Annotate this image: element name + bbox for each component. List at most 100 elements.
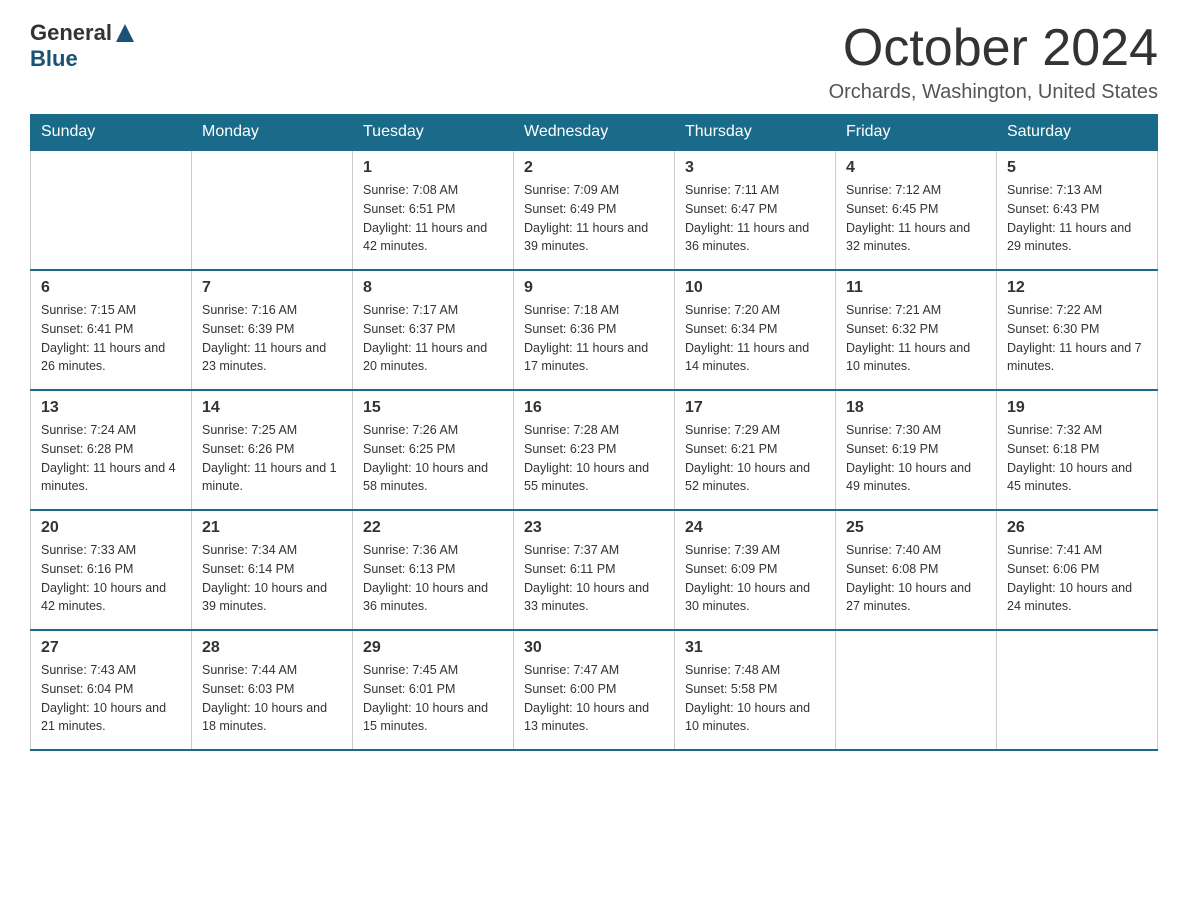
day-info: Sunrise: 7:12 AM Sunset: 6:45 PM Dayligh… <box>846 181 986 256</box>
day-number: 25 <box>846 519 986 537</box>
day-number: 6 <box>41 279 181 297</box>
day-number: 16 <box>524 399 664 417</box>
day-info: Sunrise: 7:09 AM Sunset: 6:49 PM Dayligh… <box>524 181 664 256</box>
calendar-cell: 9 Sunrise: 7:18 AM Sunset: 6:36 PM Daylig… <box>514 270 675 390</box>
day-info: Sunrise: 7:21 AM Sunset: 6:32 PM Dayligh… <box>846 301 986 376</box>
title-block: October 2024 Orchards, Washington, Unite… <box>829 20 1158 104</box>
day-number: 22 <box>363 519 503 537</box>
day-number: 2 <box>524 159 664 177</box>
day-info: Sunrise: 7:26 AM Sunset: 6:25 PM Dayligh… <box>363 421 503 496</box>
calendar-cell: 14Sunrise: 7:25 AM Sunset: 6:26 PM Dayli… <box>192 390 353 510</box>
day-info: Sunrise: 7:39 AM Sunset: 6:09 PM Dayligh… <box>685 541 825 616</box>
logo-general-text: General <box>30 20 112 46</box>
day-info: Sunrise: 7:48 AM Sunset: 5:58 PM Dayligh… <box>685 661 825 736</box>
calendar-cell: 13Sunrise: 7:24 AM Sunset: 6:28 PM Dayli… <box>31 390 192 510</box>
calendar-cell: 7 Sunrise: 7:16 AM Sunset: 6:39 PM Daylig… <box>192 270 353 390</box>
calendar-week-5: 27Sunrise: 7:43 AM Sunset: 6:04 PM Dayli… <box>31 630 1158 750</box>
day-info: Sunrise: 7:45 AM Sunset: 6:01 PM Dayligh… <box>363 661 503 736</box>
calendar-week-4: 20Sunrise: 7:33 AM Sunset: 6:16 PM Dayli… <box>31 510 1158 630</box>
day-number: 14 <box>202 399 342 417</box>
day-info: Sunrise: 7:28 AM Sunset: 6:23 PM Dayligh… <box>524 421 664 496</box>
header-saturday: Saturday <box>997 115 1158 151</box>
calendar-cell: 5 Sunrise: 7:13 AM Sunset: 6:43 PM Daylig… <box>997 150 1158 270</box>
calendar-cell: 8Sunrise: 7:17 AM Sunset: 6:37 PM Daylig… <box>353 270 514 390</box>
calendar-cell: 3 Sunrise: 7:11 AM Sunset: 6:47 PM Daylig… <box>675 150 836 270</box>
day-number: 29 <box>363 639 503 657</box>
day-info: Sunrise: 7:16 AM Sunset: 6:39 PM Dayligh… <box>202 301 342 376</box>
day-info: Sunrise: 7:17 AM Sunset: 6:37 PM Dayligh… <box>363 301 503 376</box>
day-info: Sunrise: 7:37 AM Sunset: 6:11 PM Dayligh… <box>524 541 664 616</box>
calendar-cell: 15 Sunrise: 7:26 AM Sunset: 6:25 PM Dayli… <box>353 390 514 510</box>
day-info: Sunrise: 7:24 AM Sunset: 6:28 PM Dayligh… <box>41 421 181 496</box>
calendar-week-3: 13Sunrise: 7:24 AM Sunset: 6:28 PM Dayli… <box>31 390 1158 510</box>
calendar-cell <box>836 630 997 750</box>
header-wednesday: Wednesday <box>514 115 675 151</box>
day-info: Sunrise: 7:30 AM Sunset: 6:19 PM Dayligh… <box>846 421 986 496</box>
day-number: 19 <box>1007 399 1147 417</box>
day-number: 26 <box>1007 519 1147 537</box>
calendar-cell: 2 Sunrise: 7:09 AM Sunset: 6:49 PM Daylig… <box>514 150 675 270</box>
day-info: Sunrise: 7:08 AM Sunset: 6:51 PM Dayligh… <box>363 181 503 256</box>
calendar-cell: 30 Sunrise: 7:47 AM Sunset: 6:00 PM Dayli… <box>514 630 675 750</box>
page-header: General Blue October 2024 Orchards, Wash… <box>30 20 1158 104</box>
day-number: 27 <box>41 639 181 657</box>
calendar-cell: 25 Sunrise: 7:40 AM Sunset: 6:08 PM Dayli… <box>836 510 997 630</box>
day-info: Sunrise: 7:44 AM Sunset: 6:03 PM Dayligh… <box>202 661 342 736</box>
calendar-cell: 26Sunrise: 7:41 AM Sunset: 6:06 PM Dayli… <box>997 510 1158 630</box>
day-number: 15 <box>363 399 503 417</box>
day-number: 1 <box>363 159 503 177</box>
logo-blue-text: Blue <box>30 46 78 72</box>
header-row: SundayMondayTuesdayWednesdayThursdayFrid… <box>31 115 1158 151</box>
calendar-cell: 11Sunrise: 7:21 AM Sunset: 6:32 PM Dayli… <box>836 270 997 390</box>
calendar-cell: 1 Sunrise: 7:08 AM Sunset: 6:51 PM Daylig… <box>353 150 514 270</box>
calendar-cell: 20Sunrise: 7:33 AM Sunset: 6:16 PM Dayli… <box>31 510 192 630</box>
day-number: 9 <box>524 279 664 297</box>
calendar-week-1: 1 Sunrise: 7:08 AM Sunset: 6:51 PM Daylig… <box>31 150 1158 270</box>
calendar-cell: 29 Sunrise: 7:45 AM Sunset: 6:01 PM Dayli… <box>353 630 514 750</box>
header-tuesday: Tuesday <box>353 115 514 151</box>
calendar-table: SundayMondayTuesdayWednesdayThursdayFrid… <box>30 114 1158 751</box>
calendar-cell: 31 Sunrise: 7:48 AM Sunset: 5:58 PM Dayli… <box>675 630 836 750</box>
calendar-cell: 6 Sunrise: 7:15 AM Sunset: 6:41 PM Daylig… <box>31 270 192 390</box>
calendar-cell: 22 Sunrise: 7:36 AM Sunset: 6:13 PM Dayli… <box>353 510 514 630</box>
day-number: 5 <box>1007 159 1147 177</box>
day-number: 23 <box>524 519 664 537</box>
calendar-body: 1 Sunrise: 7:08 AM Sunset: 6:51 PM Daylig… <box>31 150 1158 750</box>
calendar-cell: 28 Sunrise: 7:44 AM Sunset: 6:03 PM Dayli… <box>192 630 353 750</box>
day-number: 10 <box>685 279 825 297</box>
day-info: Sunrise: 7:40 AM Sunset: 6:08 PM Dayligh… <box>846 541 986 616</box>
calendar-cell: 27Sunrise: 7:43 AM Sunset: 6:04 PM Dayli… <box>31 630 192 750</box>
day-info: Sunrise: 7:47 AM Sunset: 6:00 PM Dayligh… <box>524 661 664 736</box>
calendar-cell: 17Sunrise: 7:29 AM Sunset: 6:21 PM Dayli… <box>675 390 836 510</box>
calendar-cell <box>997 630 1158 750</box>
header-friday: Friday <box>836 115 997 151</box>
day-number: 21 <box>202 519 342 537</box>
day-number: 31 <box>685 639 825 657</box>
calendar-cell: 10 Sunrise: 7:20 AM Sunset: 6:34 PM Dayli… <box>675 270 836 390</box>
calendar-cell: 24 Sunrise: 7:39 AM Sunset: 6:09 PM Dayli… <box>675 510 836 630</box>
day-info: Sunrise: 7:20 AM Sunset: 6:34 PM Dayligh… <box>685 301 825 376</box>
day-info: Sunrise: 7:36 AM Sunset: 6:13 PM Dayligh… <box>363 541 503 616</box>
day-number: 24 <box>685 519 825 537</box>
day-number: 4 <box>846 159 986 177</box>
day-info: Sunrise: 7:34 AM Sunset: 6:14 PM Dayligh… <box>202 541 342 616</box>
day-info: Sunrise: 7:32 AM Sunset: 6:18 PM Dayligh… <box>1007 421 1147 496</box>
header-thursday: Thursday <box>675 115 836 151</box>
calendar-cell: 4 Sunrise: 7:12 AM Sunset: 6:45 PM Daylig… <box>836 150 997 270</box>
day-number: 3 <box>685 159 825 177</box>
day-number: 7 <box>202 279 342 297</box>
day-info: Sunrise: 7:13 AM Sunset: 6:43 PM Dayligh… <box>1007 181 1147 256</box>
day-number: 30 <box>524 639 664 657</box>
calendar-header: SundayMondayTuesdayWednesdayThursdayFrid… <box>31 115 1158 151</box>
day-info: Sunrise: 7:18 AM Sunset: 6:36 PM Dayligh… <box>524 301 664 376</box>
logo: General Blue <box>30 20 134 72</box>
calendar-cell: 16 Sunrise: 7:28 AM Sunset: 6:23 PM Dayli… <box>514 390 675 510</box>
header-monday: Monday <box>192 115 353 151</box>
day-info: Sunrise: 7:15 AM Sunset: 6:41 PM Dayligh… <box>41 301 181 376</box>
day-number: 28 <box>202 639 342 657</box>
day-number: 18 <box>846 399 986 417</box>
calendar-cell: 19 Sunrise: 7:32 AM Sunset: 6:18 PM Dayli… <box>997 390 1158 510</box>
day-info: Sunrise: 7:11 AM Sunset: 6:47 PM Dayligh… <box>685 181 825 256</box>
day-info: Sunrise: 7:29 AM Sunset: 6:21 PM Dayligh… <box>685 421 825 496</box>
calendar-cell <box>31 150 192 270</box>
